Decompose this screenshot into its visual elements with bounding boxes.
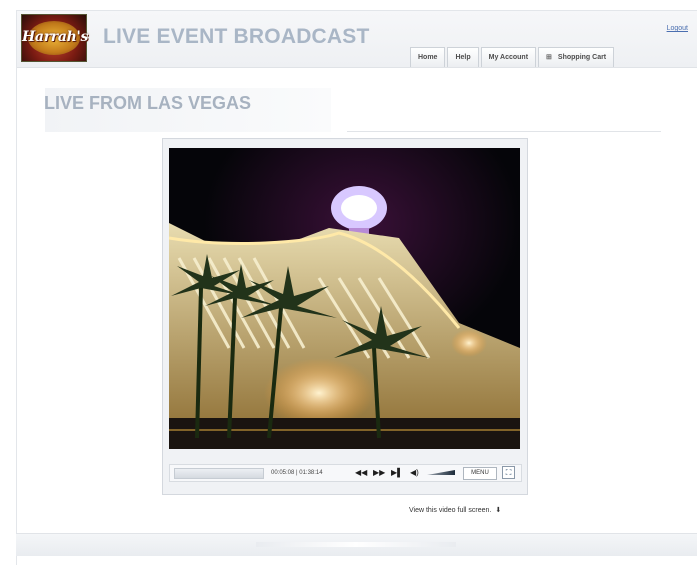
footer (16, 533, 697, 556)
progress-bar[interactable] (174, 468, 264, 479)
tab-shopping-cart[interactable]: ⊞ Shopping Cart (538, 47, 615, 67)
tab-my-account-label: My Account (488, 54, 529, 61)
tab-help-label: Help (455, 54, 471, 61)
casino-night-video-image (169, 148, 520, 449)
time-display: 00:05:08 | 01:38:14 (271, 470, 323, 476)
menu-button[interactable]: MENU (463, 467, 497, 480)
cart-icon: ⊞ (546, 54, 552, 61)
volume-slider[interactable] (427, 470, 455, 475)
top-nav: Home Help My Account ⊞ Shopping Cart (410, 47, 616, 67)
video-player: 00:05:08 | 01:38:14 ◀◀ ▶▶ ▶▌ ◀) MENU ⛶ (162, 138, 528, 495)
fullscreen-icon[interactable]: ⛶ (502, 466, 515, 479)
divider (347, 131, 661, 132)
harrahs-logo[interactable]: Harrah's (21, 14, 89, 62)
fullscreen-link-label: View this video full screen. (409, 507, 492, 514)
video-frame[interactable] (169, 148, 520, 449)
rewind-icon[interactable]: ◀◀ (355, 465, 367, 481)
tab-shopping-cart-label: Shopping Cart (557, 54, 607, 61)
header: Harrah's LIVE EVENT BROADCAST Logout Hom… (17, 11, 697, 68)
player-controls: 00:05:08 | 01:38:14 ◀◀ ▶▶ ▶▌ ◀) MENU ⛶ (169, 464, 522, 482)
tab-my-account[interactable]: My Account (480, 47, 537, 67)
page-title: LIVE FROM LAS VEGAS (44, 93, 252, 113)
tab-home-label: Home (418, 54, 438, 61)
logo-text: Harrah's (22, 29, 89, 45)
logout-link[interactable]: Logout (667, 25, 688, 32)
tab-home[interactable]: Home (410, 47, 446, 67)
tab-help[interactable]: Help (447, 47, 479, 67)
fullscreen-link[interactable]: View this video full screen. ⬇ (409, 506, 501, 514)
down-arrow-icon: ⬇ (495, 507, 502, 514)
fast-forward-icon[interactable]: ▶▶ (373, 465, 385, 481)
volume-icon[interactable]: ◀) (410, 465, 419, 481)
skip-next-icon[interactable]: ▶▌ (391, 465, 403, 481)
footer-highlight (256, 542, 456, 547)
app-title: LIVE EVENT BROADCAST (103, 25, 370, 48)
